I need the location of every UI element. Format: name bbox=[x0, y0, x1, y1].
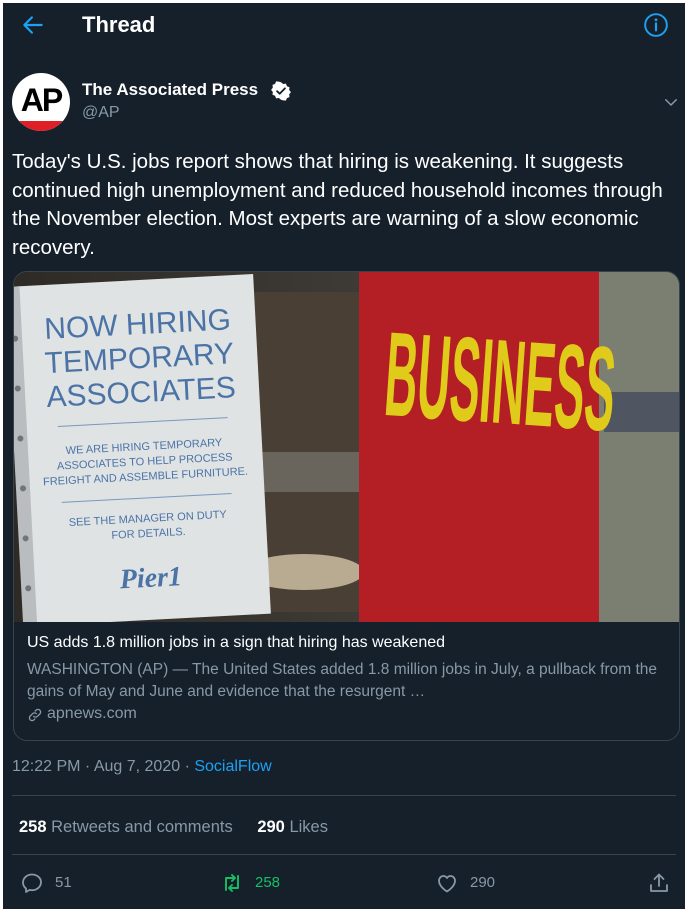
avatar-red-stripe bbox=[12, 121, 70, 131]
page-title: Thread bbox=[82, 12, 156, 37]
avatar[interactable]: AP bbox=[12, 73, 70, 131]
retweets-label: Retweets and comments bbox=[51, 818, 233, 836]
tweet-stats: 258 Retweets and comments 290 Likes bbox=[19, 818, 328, 837]
author-name[interactable]: The Associated Press bbox=[82, 80, 258, 100]
likes-label: Likes bbox=[289, 818, 328, 836]
thread-header: Thread bbox=[3, 3, 685, 47]
share-icon bbox=[650, 873, 668, 892]
like-count: 290 bbox=[470, 874, 496, 891]
reply-icon bbox=[22, 873, 42, 893]
tweet-text: Today's U.S. jobs report shows that hiri… bbox=[12, 150, 663, 259]
banner-text: BUSINESS bbox=[381, 307, 620, 457]
chevron-down-icon[interactable] bbox=[662, 93, 680, 111]
retweets-count: 258 bbox=[19, 818, 47, 836]
tweet-thread-screen: Thread AP The Associated Press @AP Today… bbox=[3, 3, 685, 909]
info-icon[interactable] bbox=[643, 12, 669, 38]
card-image: BUSINESS NOW HIRING TEMPORARY ASSOCIATES… bbox=[14, 272, 679, 622]
retweet-icon bbox=[225, 874, 239, 892]
link-preview-card[interactable]: BUSINESS NOW HIRING TEMPORARY ASSOCIATES… bbox=[13, 271, 680, 741]
retweet-count: 258 bbox=[255, 874, 281, 891]
card-title: US adds 1.8 million jobs in a sign that … bbox=[27, 634, 446, 651]
heart-icon bbox=[438, 875, 456, 893]
likes-stat[interactable]: 290 Likes bbox=[257, 818, 328, 836]
divider bbox=[12, 854, 676, 855]
likes-count: 290 bbox=[257, 818, 285, 836]
card-description: WASHINGTON (AP) — The United States adde… bbox=[27, 661, 658, 700]
divider bbox=[12, 795, 676, 796]
arrow-left-icon[interactable] bbox=[20, 12, 46, 38]
reply-count: 51 bbox=[55, 874, 72, 891]
verified-badge-icon bbox=[271, 81, 291, 101]
link-icon bbox=[28, 708, 42, 722]
card-domain: apnews.com bbox=[47, 705, 137, 722]
tweet-meta: 12:22 PM · Aug 7, 2020 · SocialFlow bbox=[12, 758, 272, 776]
tweet-source-link[interactable]: SocialFlow bbox=[194, 758, 271, 775]
tweet-timestamp[interactable]: 12:22 PM · Aug 7, 2020 · bbox=[12, 758, 194, 775]
avatar-logo-text: AP bbox=[20, 82, 63, 118]
author-handle[interactable]: @AP bbox=[82, 104, 120, 122]
retweets-stat[interactable]: 258 Retweets and comments bbox=[19, 818, 233, 836]
pier1-logo: Pier1 bbox=[118, 561, 183, 595]
